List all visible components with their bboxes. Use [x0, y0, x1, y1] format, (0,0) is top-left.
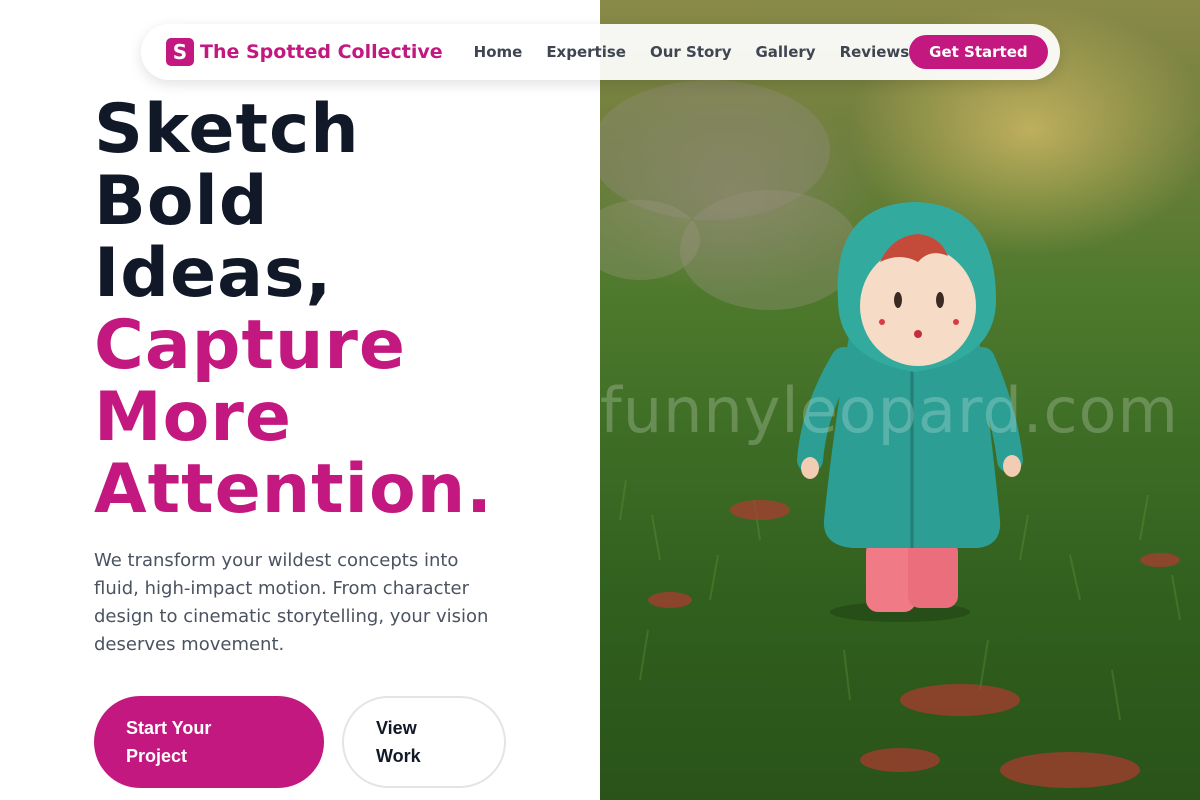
nav-link-expertise[interactable]: Expertise — [546, 43, 626, 61]
view-work-label: View Work — [376, 718, 421, 766]
get-started-button[interactable]: Get Started — [909, 35, 1048, 69]
hero-section: Sketch Bold Ideas, Capture More Attentio… — [94, 94, 594, 659]
nav-link-reviews[interactable]: Reviews — [840, 43, 910, 61]
landing-page: funnyleopard.com S The Spotted Collectiv… — [0, 0, 1200, 800]
hero-headline: Sketch Bold Ideas, Capture More Attentio… — [94, 94, 594, 526]
nav-link-home[interactable]: Home — [474, 43, 523, 61]
start-your-project-label: Start Your Project — [126, 718, 212, 766]
nav-link-our-story[interactable]: Our Story — [650, 43, 732, 61]
brand-name: The Spotted Collective — [200, 41, 443, 63]
headline-line-3: Ideas, — [94, 234, 333, 313]
hero-actions: Start Your Project View Work — [94, 696, 506, 788]
hero-subtext: We transform your wildest concepts into … — [94, 550, 489, 655]
brand-mark-icon: S — [166, 38, 194, 66]
nav-links: Home Expertise Our Story Gallery Reviews — [474, 43, 910, 61]
headline-accent-line-2: More — [94, 378, 293, 457]
figurine-illustration — [600, 80, 1181, 788]
headline-accent-line-1: Capture — [94, 306, 407, 385]
view-work-button[interactable]: View Work — [342, 696, 506, 788]
headline-accent-line-3: Attention. — [94, 450, 493, 529]
brand-logo-link[interactable]: S The Spotted Collective — [166, 38, 443, 66]
headline-line-2: Bold — [94, 162, 269, 241]
nav-link-gallery[interactable]: Gallery — [755, 43, 815, 61]
hero-photo: funnyleopard.com — [600, 0, 1200, 800]
start-your-project-button[interactable]: Start Your Project — [94, 696, 324, 788]
headline-line-1: Sketch — [94, 90, 360, 169]
top-navbar: S The Spotted Collective Home Expertise … — [141, 24, 1060, 80]
